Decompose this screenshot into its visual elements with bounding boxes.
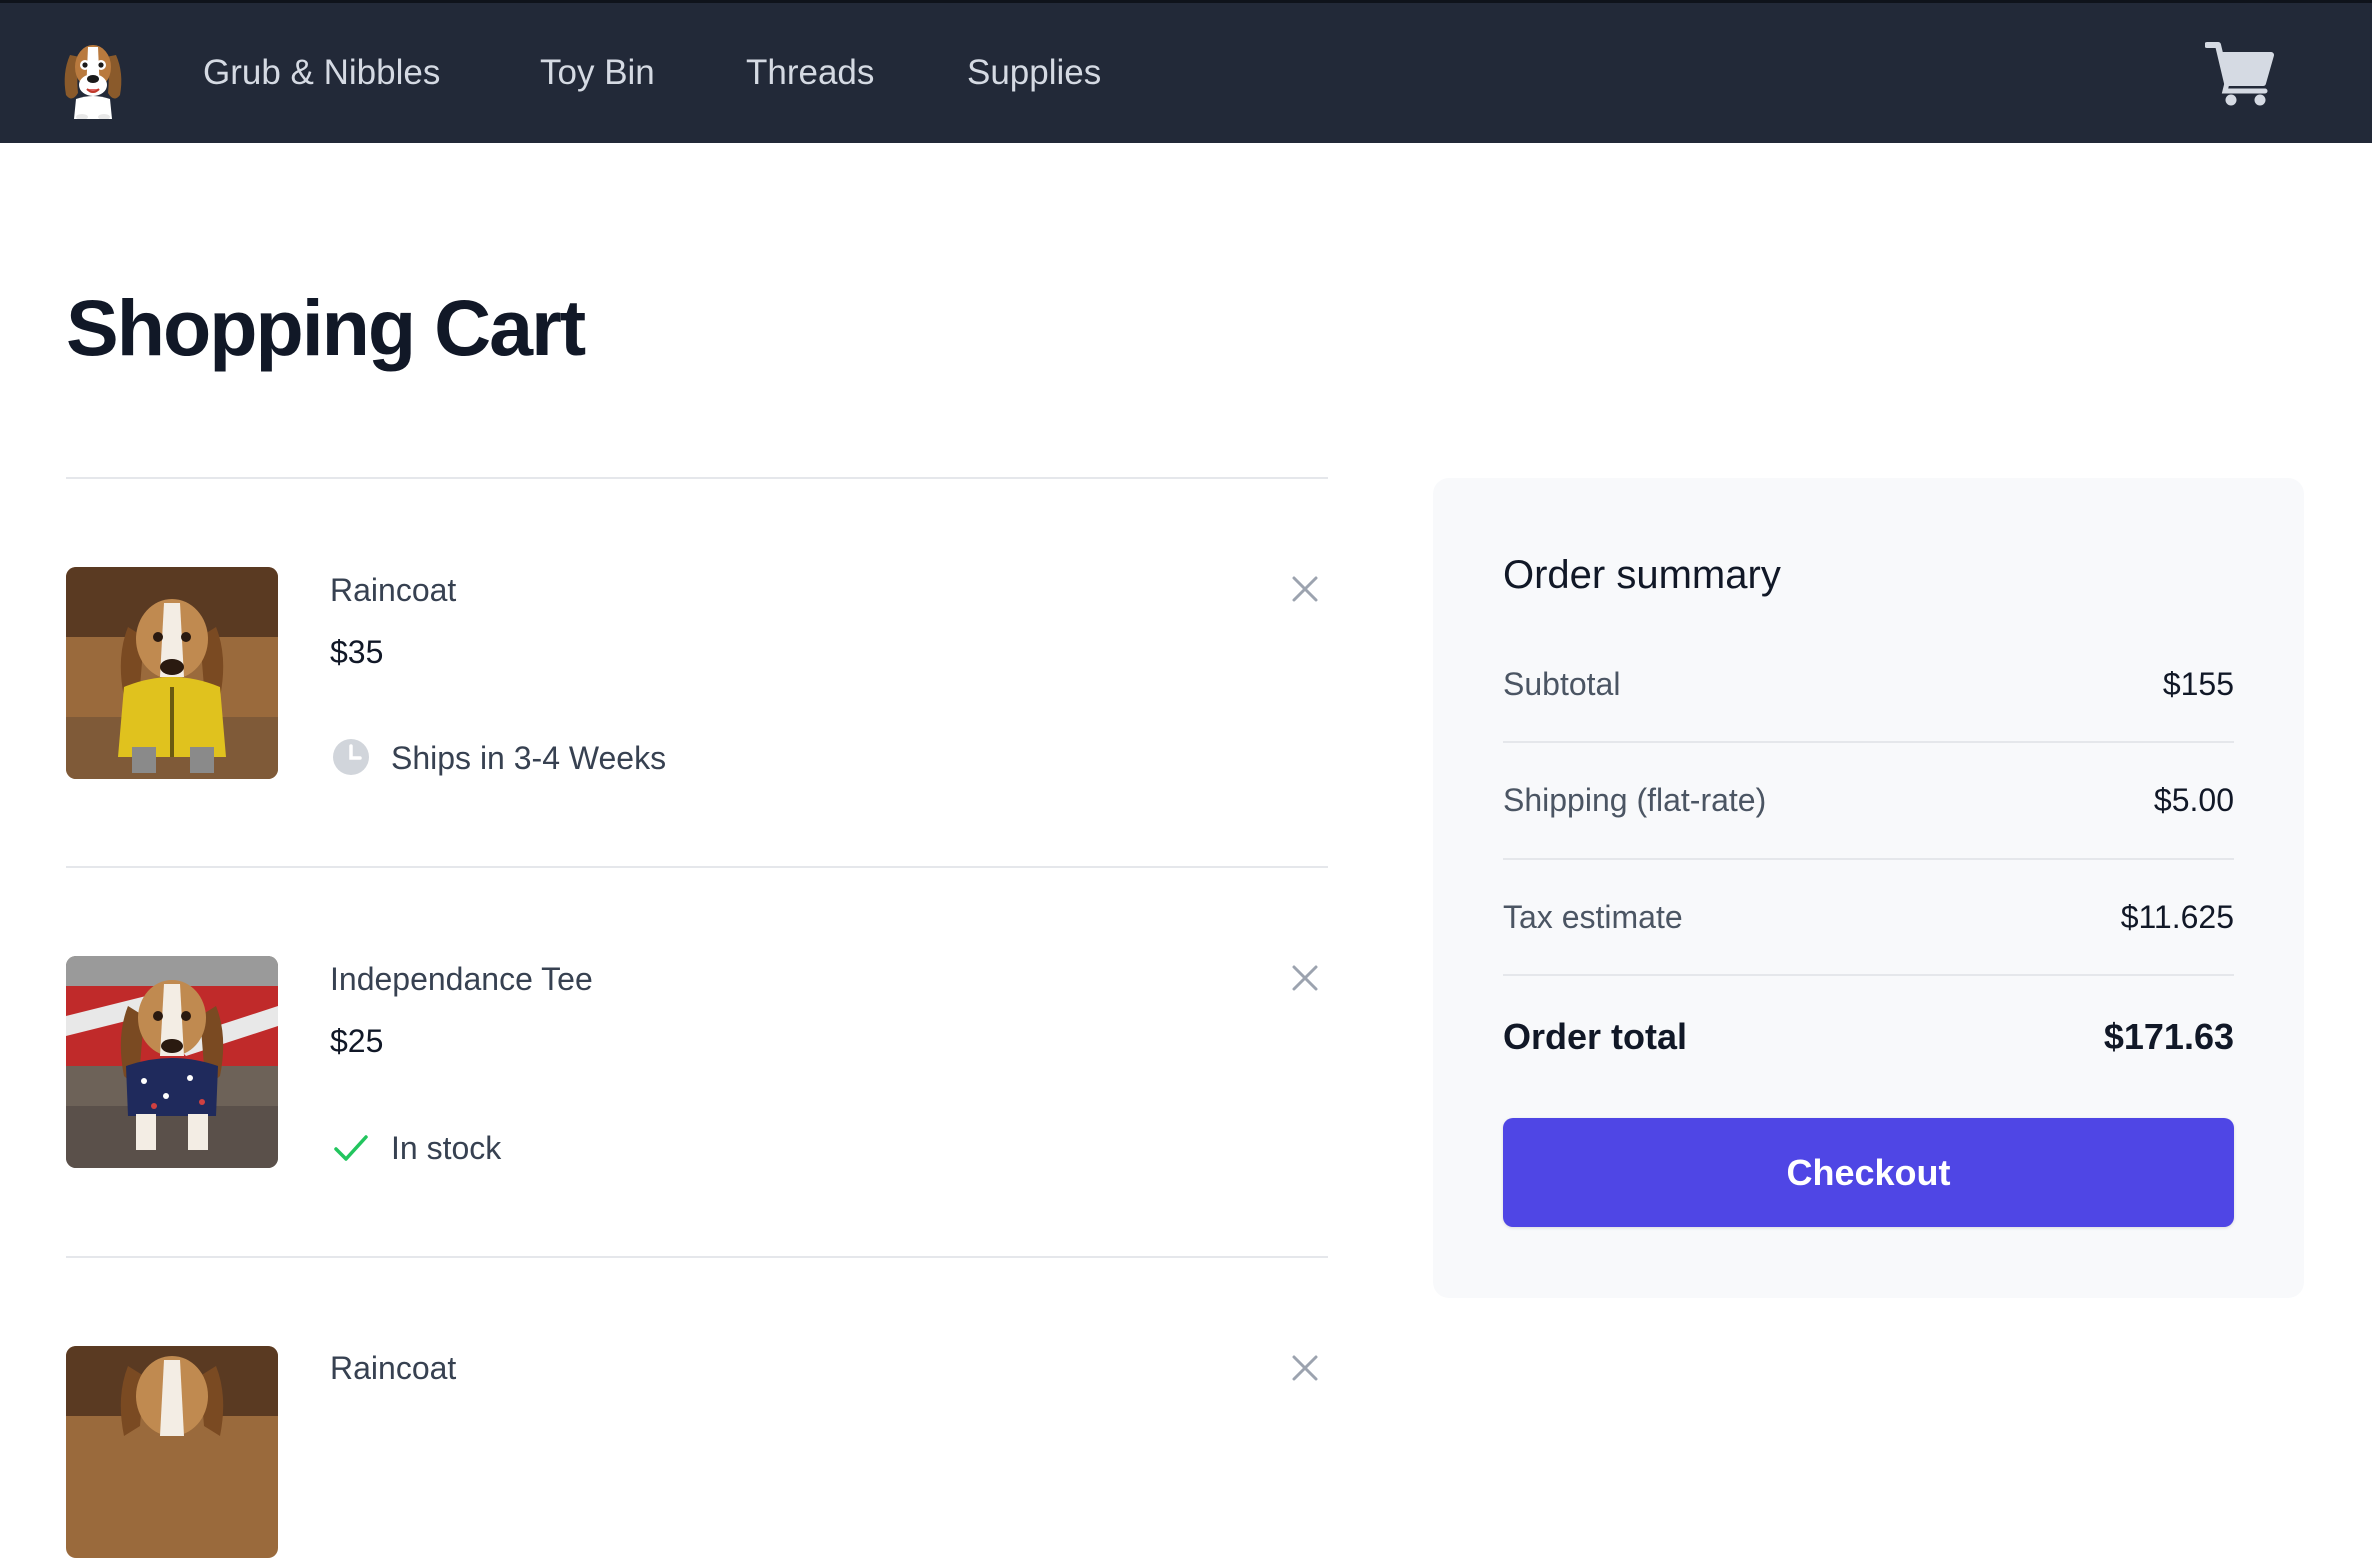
product-image-independance-tee[interactable] [66, 956, 278, 1168]
item-name[interactable]: Independance Tee [330, 961, 593, 998]
clock-icon [332, 738, 370, 776]
nav-link-supplies[interactable]: Supplies [967, 53, 1101, 93]
top-navbar: Grub & Nibbles Toy Bin Threads Supplies [0, 0, 2372, 143]
check-icon [332, 1129, 370, 1167]
order-total-label: Order total [1503, 1016, 1688, 1057]
product-image-raincoat[interactable] [66, 567, 278, 779]
nav-link-grub-nibbles[interactable]: Grub & Nibbles [203, 53, 440, 93]
checkout-button[interactable]: Checkout [1503, 1118, 2234, 1227]
order-summary-panel: Order summary Subtotal $155 Shipping (fl… [1433, 478, 2304, 1298]
item-price: $35 [330, 634, 384, 670]
close-icon[interactable] [1285, 958, 1325, 998]
page-title: Shopping Cart [66, 283, 586, 372]
item-status: Ships in 3-4 Weeks [391, 740, 667, 776]
close-icon[interactable] [1285, 1348, 1325, 1388]
summary-divider [1503, 858, 2234, 860]
nav-link-threads[interactable]: Threads [746, 53, 874, 93]
beagle-logo-icon[interactable] [60, 33, 126, 120]
cart-divider [66, 866, 1328, 868]
item-price: $25 [330, 1023, 384, 1059]
cart-divider [66, 477, 1328, 479]
summary-divider [1503, 974, 2234, 976]
product-image-raincoat[interactable] [66, 1346, 278, 1558]
item-name[interactable]: Raincoat [330, 1350, 456, 1387]
shipping-value: $5.00 [2153, 782, 2234, 818]
item-name[interactable]: Raincoat [330, 572, 456, 609]
cart-divider [66, 1256, 1328, 1258]
nav-link-toy-bin[interactable]: Toy Bin [540, 53, 655, 93]
shipping-label: Shipping (flat-rate) [1503, 782, 1767, 818]
order-total-value: $171.63 [2103, 1016, 2234, 1057]
subtotal-value: $155 [2162, 666, 2234, 702]
order-summary-title: Order summary [1503, 553, 1781, 597]
item-status: In stock [391, 1130, 502, 1166]
shopping-cart-icon[interactable] [2204, 39, 2275, 109]
close-icon[interactable] [1285, 569, 1325, 609]
summary-divider [1503, 741, 2234, 743]
tax-estimate-value: $11.625 [2120, 899, 2234, 935]
tax-estimate-label: Tax estimate [1503, 899, 1683, 935]
subtotal-label: Subtotal [1503, 666, 1621, 702]
